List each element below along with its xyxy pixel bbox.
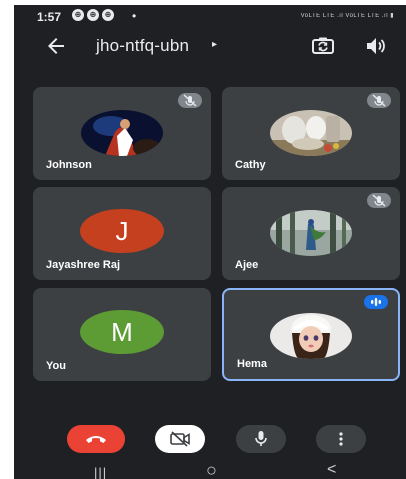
mic-off-icon xyxy=(372,194,386,207)
microphone-icon xyxy=(255,431,267,446)
mic-off-badge xyxy=(367,93,391,108)
notification-icons: ⊕ ⊕ ⊕ xyxy=(72,9,114,21)
participant-tile-you[interactable]: M You xyxy=(33,288,211,381)
back-button[interactable] xyxy=(44,34,68,58)
profile-photo xyxy=(270,313,352,359)
mic-off-icon xyxy=(183,94,197,107)
meeting-code[interactable]: jho-ntfq-ubn xyxy=(96,36,189,56)
profile-photo xyxy=(270,210,352,256)
camera-off-icon xyxy=(170,431,190,447)
avatar xyxy=(270,110,352,156)
status-bar: 1:57 ⊕ ⊕ ⊕ • VoLTE LTE .ıl VoLTE LTE .ıl… xyxy=(14,5,406,29)
mic-off-badge xyxy=(367,193,391,208)
participant-name: Jayashree Raj xyxy=(46,259,120,271)
home-nav-button[interactable]: ○ xyxy=(206,460,217,479)
microphone-toggle-button[interactable] xyxy=(236,425,286,453)
participant-name: Johnson xyxy=(46,159,92,171)
status-dot: • xyxy=(132,9,137,23)
signal-indicators: VoLTE LTE .ıl VoLTE LTE .ıl ▮ xyxy=(300,13,394,19)
switch-camera-icon xyxy=(312,37,334,54)
avatar xyxy=(270,313,352,359)
participant-name: Ajee xyxy=(235,259,259,271)
participant-tile-johnson[interactable]: Johnson xyxy=(33,87,211,180)
avatar xyxy=(270,210,352,256)
participant-tile-cathy[interactable]: Cathy xyxy=(222,87,400,180)
arrow-left-icon xyxy=(48,38,64,54)
speaking-indicator xyxy=(364,295,388,309)
letter-avatar: M xyxy=(80,310,164,354)
participant-tile-ajee[interactable]: Ajee xyxy=(222,187,400,280)
mic-off-badge xyxy=(178,93,202,108)
participant-name: You xyxy=(46,360,66,372)
phone-hangup-icon xyxy=(86,436,106,443)
notification-icon: ⊕ xyxy=(87,9,99,21)
letter-avatar: J xyxy=(80,209,164,253)
speaker-button[interactable] xyxy=(364,34,388,58)
notification-icon: ⊕ xyxy=(72,9,84,21)
audio-level-icon xyxy=(371,298,381,306)
speaker-icon xyxy=(367,38,385,54)
participant-tile-hema[interactable]: Hema xyxy=(222,288,400,381)
participant-tile-jayashree-raj[interactable]: J Jayashree Raj xyxy=(33,187,211,280)
profile-photo xyxy=(270,110,352,156)
participant-name: Cathy xyxy=(235,159,266,171)
more-options-button[interactable] xyxy=(316,425,366,453)
recents-nav-button[interactable]: ||| xyxy=(94,465,107,479)
avatar xyxy=(81,110,163,156)
mic-off-icon xyxy=(372,94,386,107)
status-time: 1:57 xyxy=(37,10,62,24)
phone-screen: 1:57 ⊕ ⊕ ⊕ • VoLTE LTE .ıl VoLTE LTE .ıl… xyxy=(14,5,406,479)
call-top-bar: jho-ntfq-ubn ▸ xyxy=(14,29,406,63)
participant-name: Hema xyxy=(237,358,267,370)
back-nav-button[interactable]: < xyxy=(327,461,336,479)
end-call-button[interactable] xyxy=(67,425,125,453)
caret-right-icon[interactable]: ▸ xyxy=(212,39,217,50)
more-vert-icon xyxy=(339,432,343,446)
camera-toggle-button[interactable] xyxy=(155,425,205,453)
notification-icon: ⊕ xyxy=(102,9,114,21)
switch-camera-button[interactable] xyxy=(310,34,336,58)
profile-photo xyxy=(81,110,163,156)
